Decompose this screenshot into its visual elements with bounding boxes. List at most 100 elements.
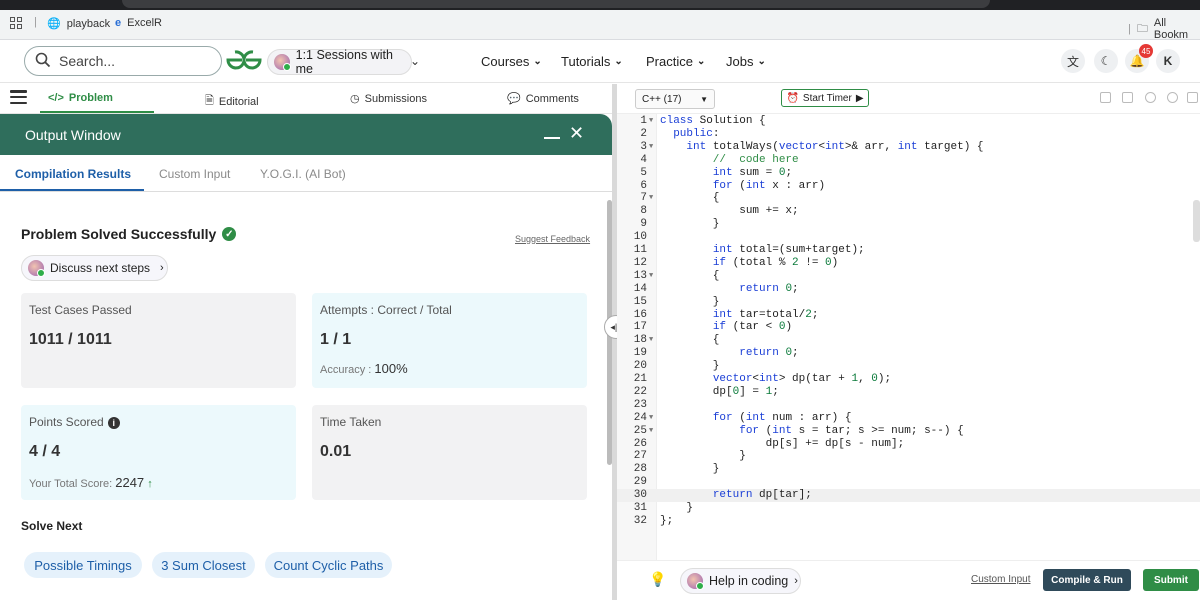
- code-line[interactable]: 17 if (tar < 0): [617, 321, 1200, 334]
- line-number: 16: [633, 308, 647, 321]
- fold-arrow-icon[interactable]: ▼: [649, 270, 653, 283]
- fold-arrow-icon[interactable]: ▼: [649, 425, 653, 438]
- help-in-coding-button[interactable]: Help in coding ›: [680, 568, 801, 594]
- code-line[interactable]: 23: [617, 399, 1200, 412]
- tab-yogi-bot[interactable]: Y.O.G.I. (AI Bot): [260, 167, 346, 181]
- apps-grid-icon[interactable]: [10, 17, 22, 29]
- code-line[interactable]: 25 ▼ for (int s = tar; s >= num; s--) {: [617, 425, 1200, 438]
- nav-tutorials[interactable]: Tutorials ⌄: [561, 54, 623, 69]
- mentor-avatar: [28, 260, 45, 277]
- start-timer-button[interactable]: ⏰ Start Timer ▶: [781, 89, 869, 107]
- custom-input-link[interactable]: Custom Input: [971, 574, 1030, 585]
- solve-next-chip[interactable]: 3 Sum Closest: [152, 552, 255, 578]
- code-line[interactable]: 24 ▼ for (int num : arr) {: [617, 412, 1200, 425]
- search-input[interactable]: Search...: [24, 46, 222, 76]
- chevron-down-icon[interactable]: ⌄: [410, 54, 420, 68]
- code-text: return 0;: [739, 282, 799, 295]
- editor-scrollbar[interactable]: [1193, 200, 1200, 242]
- solve-next-chip[interactable]: Count Cyclic Paths: [265, 552, 392, 578]
- dark-mode-icon[interactable]: ☾: [1094, 49, 1118, 73]
- fold-arrow-icon[interactable]: ▼: [649, 334, 653, 347]
- tab-comments[interactable]: 💬 Comments: [507, 92, 579, 106]
- code-line[interactable]: 21 vector<int> dp(tar + 1, 0);: [617, 373, 1200, 386]
- code-line[interactable]: 6 for (int x : arr): [617, 180, 1200, 193]
- line-number: 22: [633, 385, 647, 398]
- line-number: 28: [633, 463, 647, 476]
- fold-arrow-icon[interactable]: ▼: [649, 141, 653, 154]
- language-select[interactable]: C++ (17) ▼: [635, 89, 715, 109]
- code-line[interactable]: 11 int total=(sum+target);: [617, 244, 1200, 257]
- line-number: 30: [633, 489, 647, 502]
- code-line[interactable]: 20 }: [617, 360, 1200, 373]
- bookmark-playback[interactable]: 🌐 playback: [47, 17, 110, 31]
- bookmark-excelr[interactable]: e ExcelR: [115, 17, 162, 29]
- code-line[interactable]: 18 ▼ {: [617, 334, 1200, 347]
- code-line[interactable]: 19 return 0;: [617, 347, 1200, 360]
- tab-problem[interactable]: </> Problem: [48, 92, 113, 104]
- code-line[interactable]: 9 }: [617, 218, 1200, 231]
- browser-title-bar: [0, 0, 1200, 10]
- compile-run-button[interactable]: Compile & Run: [1043, 569, 1131, 591]
- nav-jobs[interactable]: Jobs ⌄: [726, 54, 766, 69]
- search-icon: [35, 52, 51, 71]
- code-text: }: [660, 295, 720, 308]
- sessions-button[interactable]: 1:1 Sessions with me: [267, 48, 412, 76]
- code-line[interactable]: 27 }: [617, 450, 1200, 463]
- alarm-icon: ⏰: [786, 92, 799, 104]
- tab-editorial[interactable]: 🗎 Editorial: [205, 92, 259, 111]
- code-line[interactable]: 30 return dp[tar];: [617, 489, 1200, 503]
- solve-next-chip[interactable]: Possible Timings: [24, 552, 142, 578]
- tab-submissions[interactable]: ◷ Submissions: [350, 92, 427, 106]
- code-text: {: [660, 192, 720, 205]
- all-bookmarks[interactable]: | 🗀 All Bookm: [1128, 17, 1200, 41]
- gfg-logo[interactable]: [225, 49, 263, 77]
- fold-arrow-icon[interactable]: ▼: [649, 115, 653, 128]
- code-line[interactable]: 22 dp[0] = 1;: [617, 386, 1200, 399]
- code-line[interactable]: 31 }: [617, 502, 1200, 515]
- code-line[interactable]: 16 int tar=total/2;: [617, 309, 1200, 322]
- output-window-title: Output Window: [25, 127, 121, 143]
- code-line[interactable]: 7 ▼ {: [617, 192, 1200, 205]
- tab-custom-input[interactable]: Custom Input: [159, 167, 230, 181]
- suggest-feedback-link[interactable]: Suggest Feedback: [515, 234, 590, 244]
- code-line[interactable]: 12 if (total % 2 != 0): [617, 257, 1200, 270]
- settings-icon[interactable]: [1145, 92, 1156, 103]
- chevron-right-icon: ›: [794, 575, 798, 587]
- code-line[interactable]: 14 return 0;: [617, 283, 1200, 296]
- code-line[interactable]: 5 int sum = 0;: [617, 167, 1200, 180]
- lightbulb-icon[interactable]: 💡: [649, 571, 666, 588]
- code-text: sum += x;: [660, 205, 799, 218]
- code-line[interactable]: 4 // code here: [617, 154, 1200, 167]
- code-line[interactable]: 8 sum += x;: [617, 205, 1200, 218]
- fold-arrow-icon[interactable]: ▼: [649, 192, 653, 205]
- line-number: 23: [633, 398, 647, 411]
- copy-icon[interactable]: [1100, 92, 1111, 103]
- code-line[interactable]: 26 dp[s] += dp[s - num];: [617, 438, 1200, 451]
- code-line[interactable]: 13 ▼ {: [617, 270, 1200, 283]
- translate-icon[interactable]: 文: [1061, 49, 1085, 73]
- code-line[interactable]: 28 }: [617, 463, 1200, 476]
- code-line[interactable]: 10: [617, 231, 1200, 244]
- refresh-icon[interactable]: [1167, 92, 1178, 103]
- address-bar[interactable]: [122, 0, 990, 8]
- code-line[interactable]: 2 public:: [617, 128, 1200, 141]
- nav-practice[interactable]: Practice ⌄: [646, 54, 705, 69]
- fullscreen-icon[interactable]: [1187, 92, 1198, 103]
- nav-courses[interactable]: Courses ⌄: [481, 54, 542, 69]
- code-line[interactable]: 29: [617, 476, 1200, 489]
- fold-arrow-icon[interactable]: ▼: [649, 412, 653, 425]
- info-icon[interactable]: i: [107, 416, 120, 429]
- code-line[interactable]: 1 ▼ class Solution {: [617, 115, 1200, 128]
- paste-icon[interactable]: [1122, 92, 1133, 103]
- code-line[interactable]: 32};: [617, 515, 1200, 528]
- discuss-next-steps-button[interactable]: Discuss next steps ›: [21, 255, 168, 281]
- submit-button[interactable]: Submit: [1143, 569, 1199, 591]
- code-line[interactable]: 3 ▼ int totalWays(vector<int>& arr, int t…: [617, 141, 1200, 154]
- minimize-icon[interactable]: [544, 125, 560, 139]
- tab-compilation-results[interactable]: Compilation Results: [15, 167, 131, 181]
- code-editor[interactable]: 1 ▼ class Solution {2 public: 3 ▼ int totalW…: [617, 114, 1200, 560]
- user-avatar[interactable]: K: [1156, 49, 1180, 73]
- close-icon[interactable]: ✕: [569, 123, 584, 144]
- code-line[interactable]: 15 }: [617, 296, 1200, 309]
- hamburger-menu-icon[interactable]: [10, 90, 27, 104]
